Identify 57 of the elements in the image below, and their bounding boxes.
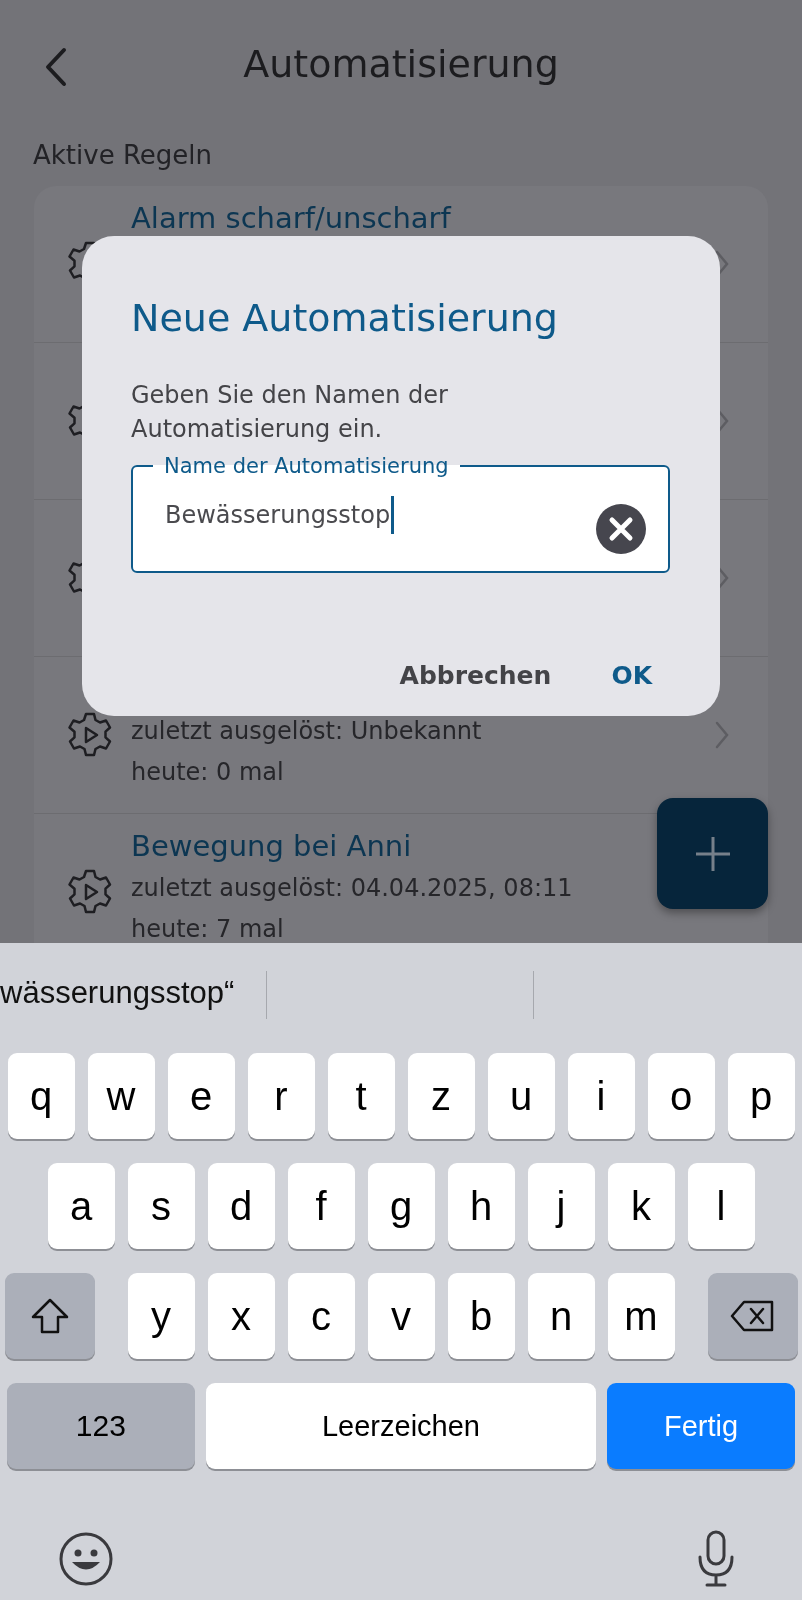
rule-last-triggered: zuletzt ausgelöst: 04.04.2025, 08:11 bbox=[131, 873, 573, 904]
letter-key[interactable]: t bbox=[327, 1053, 395, 1139]
letter-key[interactable]: g bbox=[367, 1163, 435, 1249]
section-label: Aktive Regeln bbox=[32, 139, 213, 172]
letter-key[interactable]: v bbox=[367, 1273, 435, 1359]
letter-key[interactable]: u bbox=[487, 1053, 555, 1139]
letter-key[interactable]: i bbox=[567, 1053, 635, 1139]
microphone-icon[interactable] bbox=[696, 1529, 736, 1589]
rule-last-triggered: zuletzt ausgelöst: Unbekannt bbox=[131, 716, 482, 747]
letter-key[interactable]: w bbox=[87, 1053, 155, 1139]
letter-key[interactable]: x bbox=[207, 1273, 275, 1359]
add-button[interactable] bbox=[657, 798, 768, 909]
letter-key[interactable]: l bbox=[687, 1163, 755, 1249]
letter-key[interactable]: m bbox=[607, 1273, 675, 1359]
shift-icon bbox=[29, 1297, 70, 1335]
gear-play-icon bbox=[66, 711, 114, 759]
rule-count: heute: 7 mal bbox=[131, 914, 284, 943]
rule-count: heute: 0 mal bbox=[131, 757, 284, 788]
letter-key[interactable]: n bbox=[527, 1273, 595, 1359]
letter-key[interactable]: a bbox=[47, 1163, 115, 1249]
letter-key[interactable]: c bbox=[287, 1273, 355, 1359]
backspace-icon bbox=[729, 1299, 776, 1333]
dialog-message: Geben Sie den Namen der Automatisierung ein. bbox=[131, 380, 449, 445]
back-icon[interactable] bbox=[44, 47, 68, 87]
letter-key[interactable]: s bbox=[127, 1163, 195, 1249]
letter-key[interactable]: o bbox=[647, 1053, 715, 1139]
done-key[interactable]: Fertig bbox=[607, 1383, 795, 1469]
shift-key[interactable] bbox=[4, 1273, 95, 1359]
letter-key[interactable]: e bbox=[167, 1053, 235, 1139]
letter-key[interactable]: z bbox=[407, 1053, 475, 1139]
suggestion-text[interactable]: wässerungsstop“ bbox=[0, 975, 235, 1011]
ok-button[interactable]: OK bbox=[611, 661, 652, 690]
letter-key[interactable]: f bbox=[287, 1163, 355, 1249]
letter-key[interactable]: k bbox=[607, 1163, 675, 1249]
field-label: Name der Automatisierung bbox=[163, 453, 450, 480]
gear-play-icon bbox=[66, 868, 114, 916]
numbers-key[interactable]: 123 bbox=[7, 1383, 195, 1469]
letter-key[interactable]: b bbox=[447, 1273, 515, 1359]
clear-icon[interactable] bbox=[596, 504, 646, 554]
letter-key[interactable]: j bbox=[527, 1163, 595, 1249]
text-cursor bbox=[391, 495, 395, 534]
letter-key[interactable]: q bbox=[7, 1053, 75, 1139]
letter-key[interactable]: h bbox=[447, 1163, 515, 1249]
letter-key[interactable]: p bbox=[727, 1053, 795, 1139]
delete-key[interactable] bbox=[707, 1273, 798, 1359]
page-title: Automatisierung bbox=[243, 42, 559, 86]
letter-key[interactable]: y bbox=[127, 1273, 195, 1359]
rule-title: Alarm scharf/unscharf bbox=[131, 200, 451, 237]
space-key[interactable]: Leerzeichen bbox=[205, 1383, 597, 1469]
letter-key[interactable]: d bbox=[207, 1163, 275, 1249]
letter-key[interactable]: r bbox=[247, 1053, 315, 1139]
cancel-button[interactable]: Abbrechen bbox=[399, 661, 552, 690]
emoji-icon[interactable] bbox=[58, 1531, 114, 1587]
field-value: Bewässerungsstop bbox=[165, 500, 391, 529]
plus-icon bbox=[693, 834, 732, 873]
rule-title: Bewegung bei Anni bbox=[131, 828, 412, 865]
dialog-title: Neue Automatisierung bbox=[131, 295, 559, 342]
